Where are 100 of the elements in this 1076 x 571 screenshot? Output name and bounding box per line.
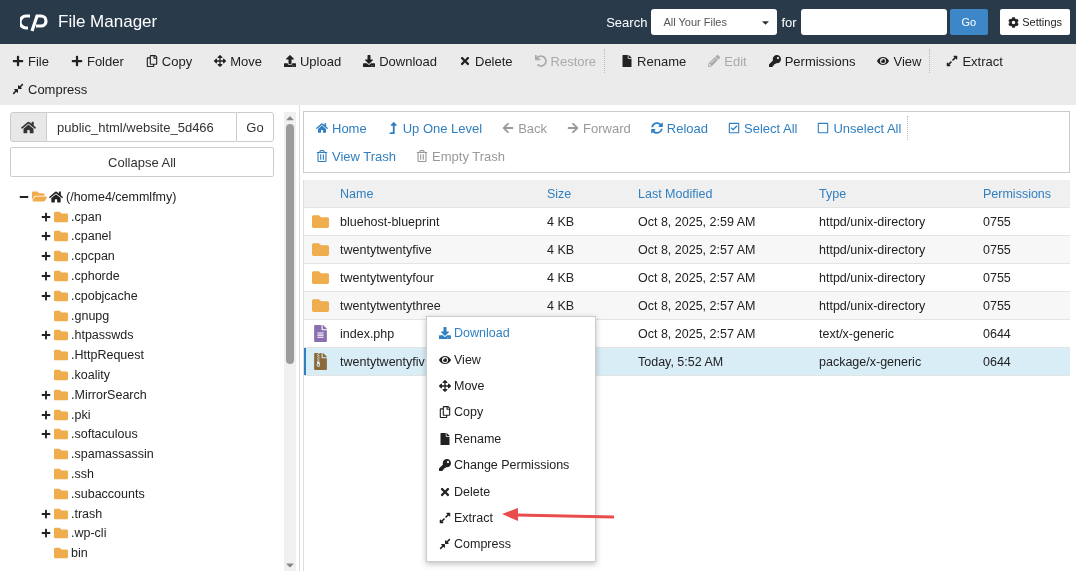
- expand-icon[interactable]: [41, 290, 51, 301]
- expand-icon[interactable]: [41, 409, 51, 420]
- toolbar-button[interactable]: Permissions: [760, 47, 864, 75]
- column-header[interactable]: Type: [819, 186, 847, 201]
- tree-item[interactable]: .spamassassin: [71, 447, 154, 462]
- home-icon: [21, 119, 36, 135]
- tree-item[interactable]: .gnupg: [71, 308, 110, 323]
- folder-icon: [54, 407, 68, 422]
- tree-item[interactable]: .wp-cli: [71, 526, 107, 541]
- column-header[interactable]: Size: [547, 186, 572, 201]
- expand-icon[interactable]: [41, 429, 51, 440]
- tree-item[interactable]: .koality: [71, 368, 110, 383]
- file-modified: Oct 8, 2025, 2:57 AM: [638, 326, 756, 341]
- toolbar-button[interactable]: Extract: [938, 47, 1011, 75]
- column-header[interactable]: Permissions: [983, 186, 1052, 201]
- tree-item[interactable]: .subaccounts: [71, 486, 145, 501]
- toolbar-button[interactable]: Download: [355, 47, 445, 75]
- toolbar-button[interactable]: Compress: [4, 75, 96, 103]
- toolbar-button[interactable]: Move: [206, 47, 270, 75]
- nav-button[interactable]: Up One Level: [378, 114, 491, 142]
- expand-icon: [439, 511, 451, 524]
- tree-item[interactable]: .cpanel: [71, 229, 112, 244]
- tree-item[interactable]: .cphorde: [71, 269, 120, 284]
- folder-icon: [54, 546, 68, 561]
- path-field[interactable]: public_html/website_5d466: [47, 112, 236, 142]
- toolbar-button[interactable]: Delete: [451, 47, 521, 75]
- folder-icon: [54, 526, 68, 541]
- menu-item[interactable]: Change Permissions: [427, 451, 595, 479]
- compress-icon: [439, 538, 451, 551]
- expand-icon[interactable]: [41, 389, 51, 400]
- nav-button[interactable]: Select All: [720, 114, 806, 142]
- nav-button[interactable]: View Trash: [308, 142, 405, 170]
- tree-item[interactable]: .trash: [71, 506, 103, 521]
- trash-icon: [416, 150, 429, 162]
- toolbar-button[interactable]: File: [4, 47, 57, 75]
- nav-button[interactable]: Unselect All: [809, 114, 910, 142]
- file-name: bluehost-blueprint: [340, 214, 440, 229]
- close-icon: [459, 55, 471, 67]
- column-header[interactable]: Last Modified: [638, 186, 713, 201]
- tree-item[interactable]: bin: [71, 546, 88, 561]
- toolbar-button[interactable]: Upload: [275, 47, 350, 75]
- toolbar-button[interactable]: Folder: [62, 47, 132, 75]
- file-name: index.php: [340, 326, 395, 341]
- download-icon: [439, 327, 451, 340]
- tree-item[interactable]: .softaculous: [71, 427, 138, 442]
- home-button[interactable]: [10, 112, 47, 142]
- expand-icon[interactable]: [41, 528, 51, 539]
- tree-item[interactable]: .HttpRequest: [71, 348, 144, 363]
- eye-icon: [439, 353, 451, 366]
- expand-icon[interactable]: [41, 330, 51, 341]
- expand-icon[interactable]: [41, 211, 51, 222]
- tree-item[interactable]: .cpobjcache: [71, 288, 138, 303]
- menu-item[interactable]: Delete: [427, 478, 595, 505]
- go-button[interactable]: Go: [949, 9, 989, 35]
- file-permissions: 0755: [983, 242, 1011, 257]
- menu-item[interactable]: Copy: [427, 399, 595, 426]
- go-button[interactable]: Go: [236, 112, 274, 142]
- toolbar-button[interactable]: Copy: [137, 47, 201, 75]
- tree-item[interactable]: .cpcpan: [71, 249, 115, 264]
- file-name: twentytwentythree: [340, 298, 441, 313]
- menu-item[interactable]: View: [427, 346, 595, 373]
- collapse-all-button[interactable]: Collapse All: [10, 147, 274, 177]
- key-icon: [768, 55, 781, 67]
- plus-icon: [12, 55, 24, 67]
- nav-button[interactable]: Home: [308, 114, 375, 142]
- menu-item[interactable]: Compress: [427, 531, 595, 558]
- folder-icon: [54, 368, 68, 383]
- expand-icon[interactable]: [41, 231, 51, 242]
- trash-icon: [316, 150, 328, 162]
- file-modified: Oct 8, 2025, 2:59 AM: [638, 214, 756, 229]
- toolbar-button[interactable]: View: [869, 47, 930, 75]
- file-row[interactable]: twentytwentyfive 4 KB Oct 8, 2025, 2:57 AM httpd/unix-directory 0755: [304, 236, 1070, 264]
- scrollbar[interactable]: [284, 112, 296, 571]
- menu-item[interactable]: Extract: [427, 504, 595, 532]
- folder-icon: [54, 387, 68, 402]
- expand-icon[interactable]: [41, 508, 51, 519]
- tree-item[interactable]: .MirrorSearch: [71, 387, 147, 402]
- file-type: httpd/unix-directory: [819, 214, 926, 229]
- column-header[interactable]: Name: [340, 186, 374, 201]
- folder-icon: [54, 229, 68, 244]
- menu-item[interactable]: Rename: [427, 425, 595, 452]
- tree-item[interactable]: .pki: [71, 407, 91, 422]
- folder-icon: [54, 447, 68, 462]
- toolbar-button[interactable]: Rename: [613, 47, 695, 75]
- file-permissions: 0755: [983, 298, 1011, 313]
- tree-item[interactable]: .htpasswds: [71, 328, 134, 343]
- settings-button[interactable]: Settings: [1000, 9, 1070, 35]
- folder-icon: [54, 427, 68, 442]
- expand-icon[interactable]: [41, 251, 51, 262]
- tree-item[interactable]: .ssh: [71, 467, 94, 482]
- search-field[interactable]: [800, 9, 947, 35]
- nav-button[interactable]: Reload: [642, 114, 716, 142]
- tree-item[interactable]: .cpan: [71, 209, 102, 224]
- file-row[interactable]: twentytwentythree 4 KB Oct 8, 2025, 2:57 AM httpd/unix-directory 0755: [304, 292, 1070, 320]
- file-type: httpd/unix-directory: [819, 242, 926, 257]
- expand-icon[interactable]: [41, 271, 51, 282]
- menu-item[interactable]: Download: [427, 320, 595, 347]
- file-permissions: 0755: [983, 270, 1011, 285]
- tree-item[interactable]: (/home4/cemmlfmy): [66, 189, 177, 204]
- scope-select[interactable]: All Your Files: [651, 9, 778, 35]
